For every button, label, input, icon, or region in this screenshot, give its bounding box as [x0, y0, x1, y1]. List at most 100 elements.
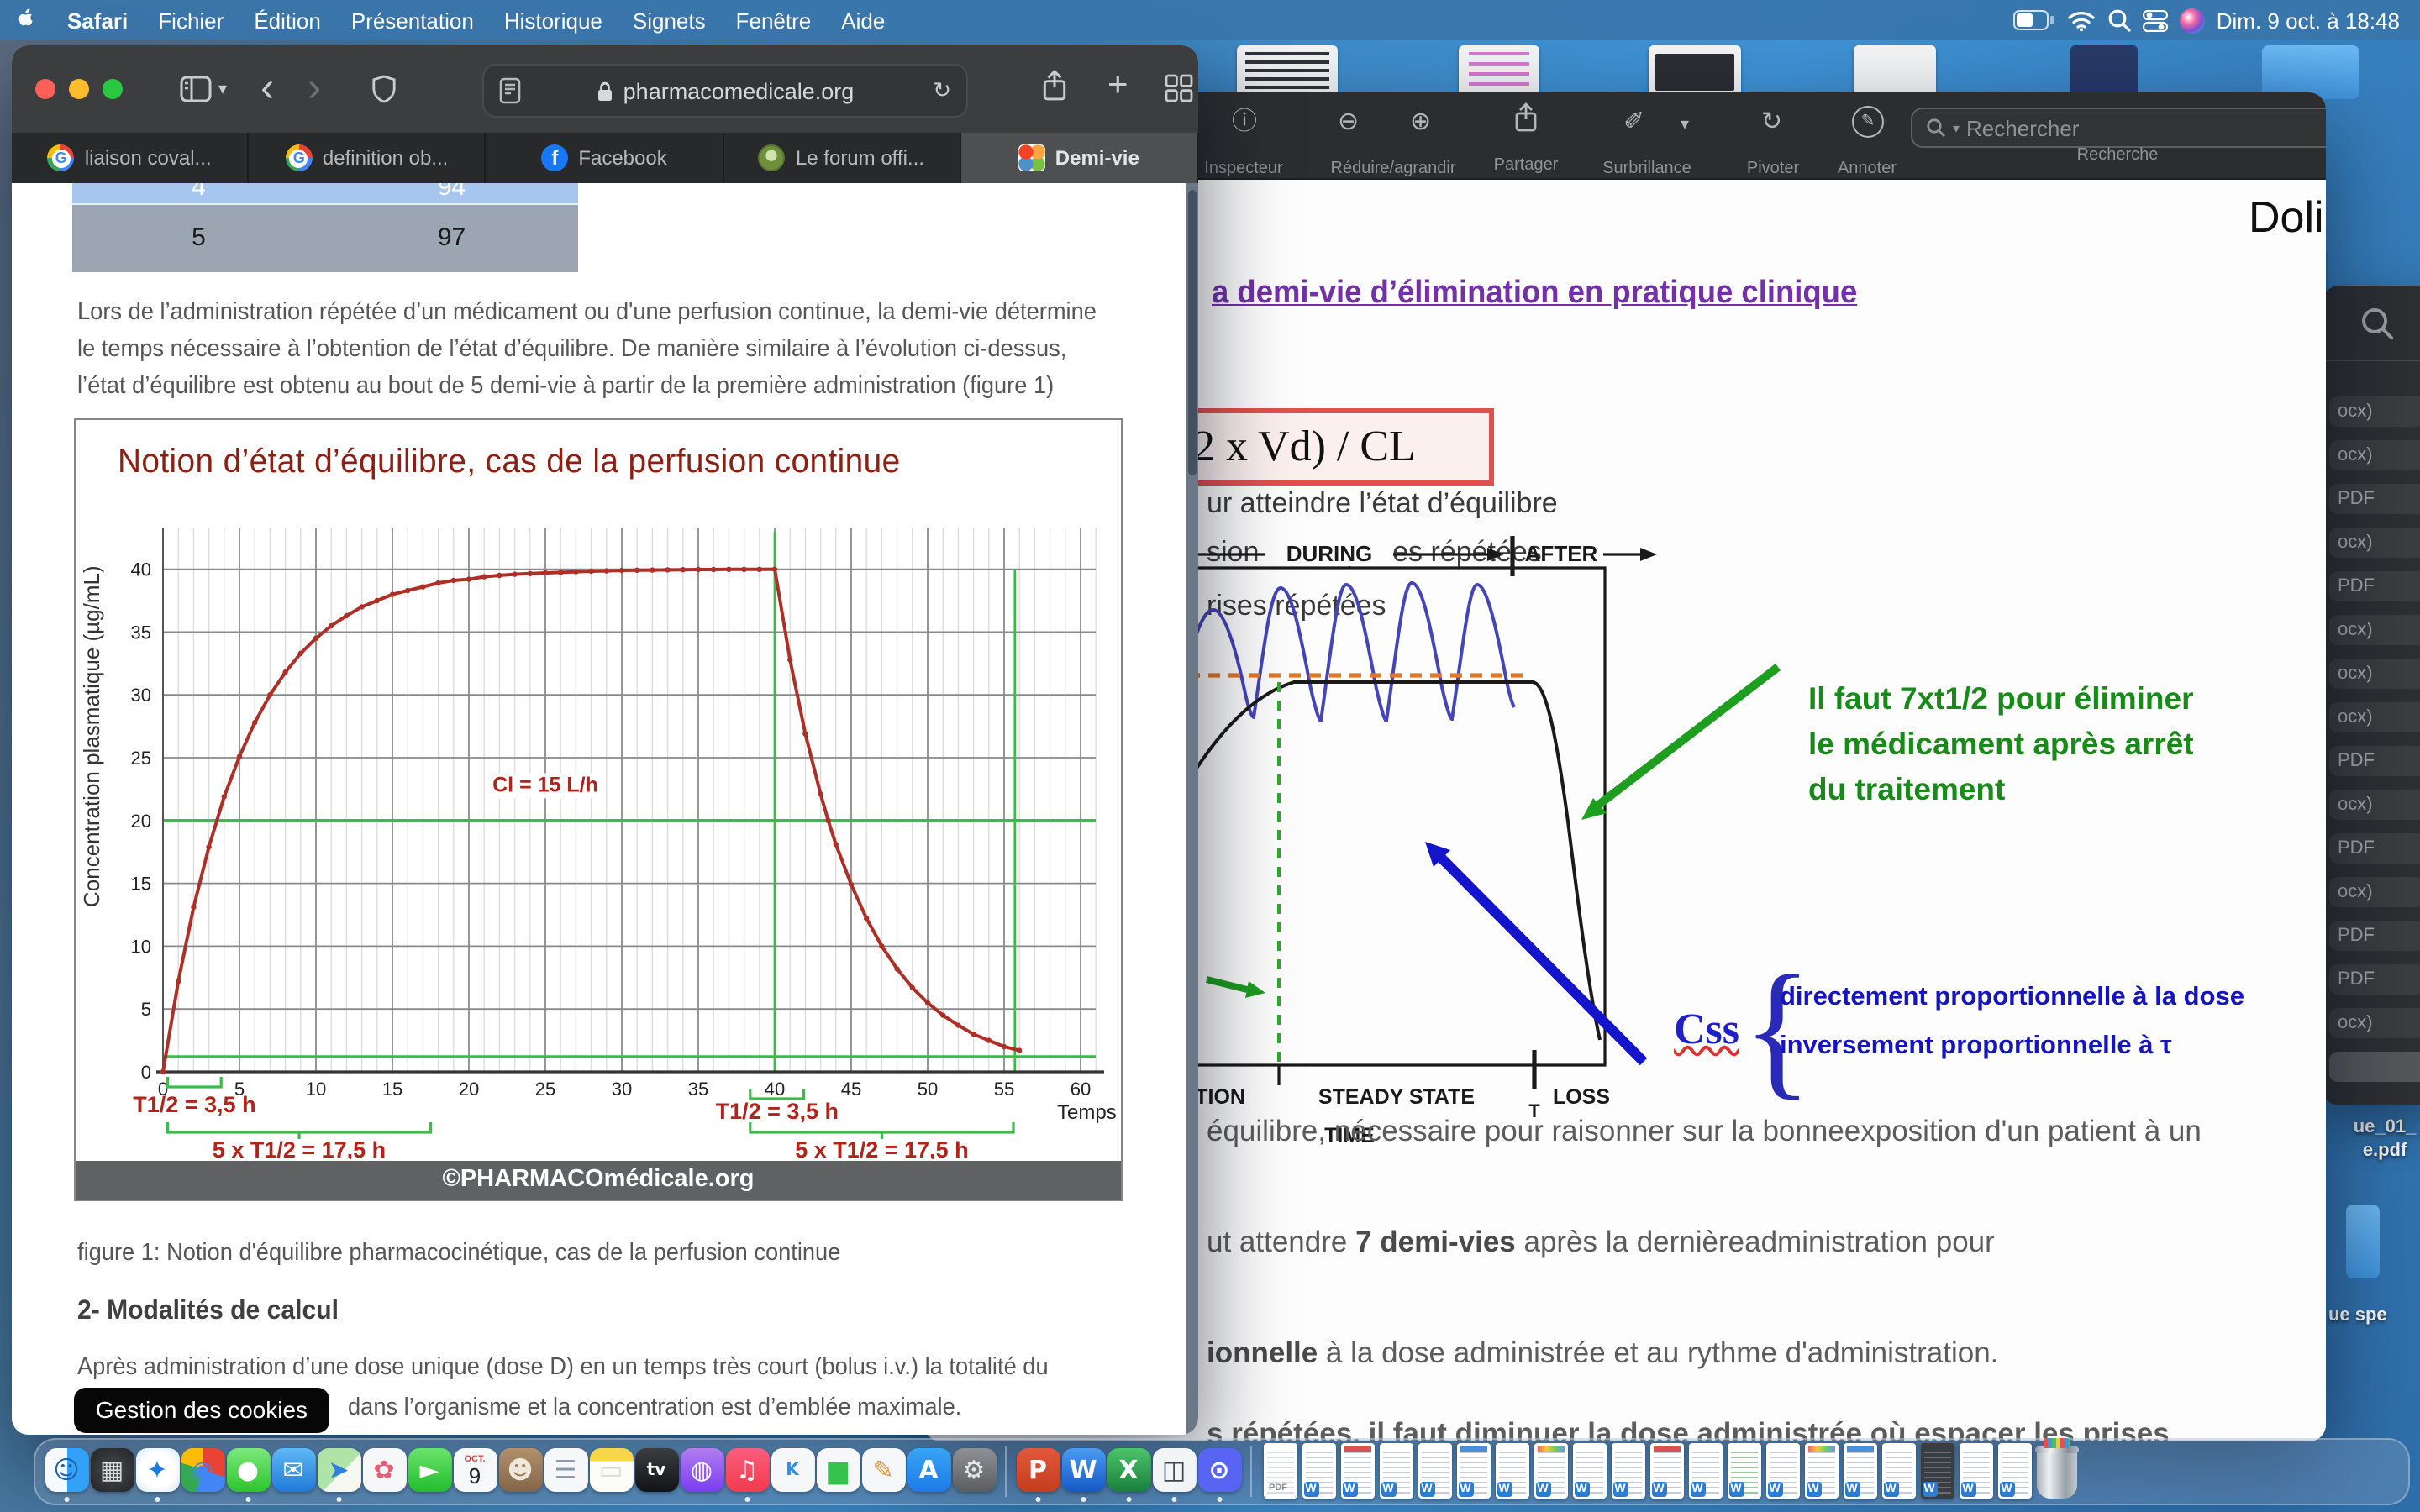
trash-icon[interactable]: [2037, 1446, 2077, 1499]
dock-minimized-document[interactable]: [1688, 1443, 1722, 1499]
file-list-item[interactable]: PDF: [2329, 746, 2420, 776]
desktop-file-label-1[interactable]: ue_01_: [2349, 1117, 2420, 1137]
dock-minimized-document[interactable]: [1765, 1443, 1799, 1499]
dock-app-app-store[interactable]: A: [906, 1436, 951, 1504]
reader-icon[interactable]: [499, 77, 521, 104]
dock-minimized-document[interactable]: [1534, 1443, 1567, 1499]
menu-item-edition[interactable]: Édition: [239, 8, 336, 33]
dock-app-contacts[interactable]: ☻: [497, 1436, 543, 1504]
dock-app-word[interactable]: W: [1060, 1436, 1106, 1504]
tab-le-forum-offi---[interactable]: Le forum offi...: [723, 133, 960, 183]
wifi-icon[interactable]: [2067, 9, 2096, 31]
dock-app-launchpad[interactable]: ▦: [89, 1436, 134, 1504]
menu-item-aide[interactable]: Aide: [826, 8, 900, 33]
file-list-item[interactable]: ocx): [2329, 615, 2420, 645]
file-list-item[interactable]: ocx): [2329, 1008, 2420, 1038]
file-list-item[interactable]: PDF: [2329, 833, 2420, 864]
dock-minimized-document[interactable]: [1302, 1443, 1335, 1499]
file-list-item[interactable]: ocx): [2329, 702, 2420, 732]
file-list-item[interactable]: PDF: [2329, 571, 2420, 601]
dock-minimized-document[interactable]: [1572, 1443, 1606, 1499]
dock-minimized-document[interactable]: [1263, 1443, 1297, 1499]
dock-app-calendar[interactable]: OCT.9: [452, 1436, 497, 1504]
dock-app-discord[interactable]: ⊙: [1197, 1436, 1242, 1504]
desktop-file-label-2[interactable]: e.pdf: [2349, 1141, 2420, 1161]
dock-app-maps[interactable]: ➤: [316, 1436, 361, 1504]
dock-app-photos[interactable]: ✿: [361, 1436, 407, 1504]
file-list-item[interactable]: ocx): [2329, 396, 2420, 427]
spotlight-icon[interactable]: [2107, 8, 2131, 32]
background-window[interactable]: ocx) ocx) PDF ocx) PDF ocx) ocx) ocx) PDF ocx) PDF…: [2323, 286, 2420, 1105]
cookie-banner-button[interactable]: Gestion des cookies: [74, 1388, 329, 1433]
dock-app-chrome[interactable]: ◉: [180, 1436, 225, 1504]
battery-icon[interactable]: [2013, 10, 2055, 30]
dock-app-facetime[interactable]: ►: [407, 1436, 452, 1504]
dock-minimized-document[interactable]: [1379, 1443, 1413, 1499]
scrollbar-track[interactable]: [1186, 183, 1198, 1435]
siri-icon[interactable]: [2180, 8, 2205, 33]
tab-facebook[interactable]: fFacebook: [487, 133, 723, 183]
dock-minimized-document[interactable]: [1959, 1443, 1992, 1499]
desktop-doc-screenshot[interactable]: [1649, 45, 1741, 99]
desktop-folder[interactable]: [2262, 45, 2360, 99]
file-list-item[interactable]: [2329, 1052, 2420, 1082]
menu-item-presentation[interactable]: Présentation: [336, 8, 489, 33]
dock-app-numbers[interactable]: ▆: [815, 1436, 860, 1504]
rotate-button[interactable]: ↻ Pivoter: [1761, 106, 1782, 139]
dock-minimized-document[interactable]: [1611, 1443, 1644, 1499]
file-list-item[interactable]: PDF: [2329, 484, 2420, 514]
dock-app-messages[interactable]: ●: [225, 1436, 271, 1504]
sidebar-chevron-icon[interactable]: ▾: [218, 80, 227, 98]
dock-app-keynote[interactable]: K: [770, 1436, 815, 1504]
minimize-button[interactable]: [69, 79, 89, 99]
dock-minimized-document[interactable]: [1495, 1443, 1528, 1499]
share-button[interactable]: Partager: [1512, 102, 1539, 141]
dock-minimized-document[interactable]: [1727, 1443, 1760, 1499]
menu-bar-clock[interactable]: Dim. 9 oct. à 18:48: [2217, 8, 2400, 33]
dock-app-reminders[interactable]: ☰: [543, 1436, 588, 1504]
privacy-shield-icon[interactable]: [371, 74, 397, 104]
reload-icon[interactable]: ↻: [933, 77, 951, 104]
dock-app-safari[interactable]: ✦: [134, 1436, 180, 1504]
dock-app-system-settings[interactable]: ⚙: [951, 1436, 997, 1504]
file-list-item[interactable]: ocx): [2329, 790, 2420, 820]
new-tab-button[interactable]: +: [1107, 66, 1128, 106]
dock-minimized-document[interactable]: [1649, 1443, 1683, 1499]
zoom-button[interactable]: [103, 79, 123, 99]
tab-definition-ob---[interactable]: definition ob...: [249, 133, 486, 183]
address-bar[interactable]: pharmacomedicale.org ↻: [482, 64, 968, 118]
zoom-out-button[interactable]: ⊖: [1338, 106, 1359, 139]
annotate-button[interactable]: ✎ Annoter: [1852, 106, 1884, 138]
dock-minimized-document[interactable]: [1418, 1443, 1451, 1499]
file-list-item[interactable]: ocx): [2329, 877, 2420, 907]
dock-minimized-document[interactable]: [1456, 1443, 1490, 1499]
dock-app-music[interactable]: ♫: [724, 1436, 770, 1504]
apple-menu[interactable]: [0, 5, 52, 35]
dock-app-notes[interactable]: ▭: [588, 1436, 634, 1504]
file-list-item[interactable]: ocx): [2329, 440, 2420, 470]
menu-item-historique[interactable]: Historique: [489, 8, 618, 33]
desktop-doc-lines[interactable]: [1237, 45, 1338, 99]
sidebar-icon[interactable]: [180, 76, 212, 102]
file-list-item[interactable]: ocx): [2329, 528, 2420, 558]
desktop-doc-pink[interactable]: [1459, 45, 1539, 99]
dock-app-pages[interactable]: ✎: [860, 1436, 906, 1504]
dock-minimized-document[interactable]: [1881, 1443, 1915, 1499]
menu-item-fenetre[interactable]: Fenêtre: [721, 8, 827, 33]
tab-overview-button[interactable]: [1165, 74, 1193, 102]
forward-button[interactable]: ›: [308, 72, 321, 106]
zoom-in-button[interactable]: ⊕ Réduire/agrandir: [1410, 106, 1431, 139]
scrollbar-thumb[interactable]: [1188, 190, 1197, 475]
menu-item-safari[interactable]: Safari: [52, 8, 143, 33]
inspector-button[interactable]: ⓘ Inspecteur: [1232, 106, 1257, 139]
dock-app-excel[interactable]: X: [1106, 1436, 1151, 1504]
tab-liaison-coval---[interactable]: liaison coval...: [12, 133, 249, 183]
dock-minimized-document[interactable]: [1920, 1443, 1954, 1499]
dock-app-white-app[interactable]: ◫: [1151, 1436, 1197, 1504]
dock-minimized-document[interactable]: [1843, 1443, 1876, 1499]
dock-minimized-document[interactable]: [1804, 1443, 1838, 1499]
menu-item-signets[interactable]: Signets: [618, 8, 721, 33]
close-button[interactable]: [35, 79, 55, 99]
dock-app-powerpoint[interactable]: P: [1015, 1436, 1060, 1504]
search-field[interactable]: ▾ Rechercher: [1911, 108, 2326, 148]
